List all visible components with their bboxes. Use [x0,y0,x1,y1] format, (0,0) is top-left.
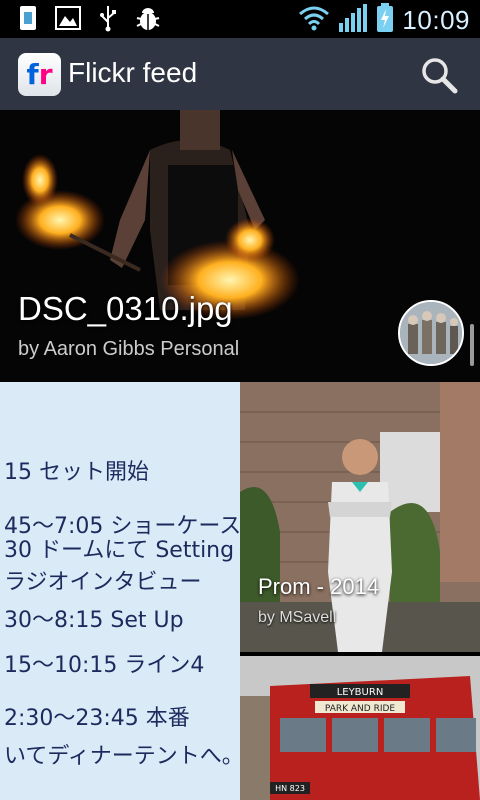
prom-photo-title: Prom - 2014 [258,574,380,599]
featured-photo-author: by Aaron Gibbs Personal [18,338,240,360]
note-line: 2:30〜23:45 本番 [4,706,190,731]
scrollbar[interactable] [470,324,474,366]
battery-charging-icon [376,3,394,38]
note-line: 30 ドームにて Setting [4,538,235,563]
image-icon [54,4,82,32]
bus-plate: HN 823 [275,784,305,793]
note-line: 15 セット開始 [4,460,149,485]
note-line: ラジオインタビュー [4,570,202,595]
note-line: いてディナーテントへ。 [4,744,240,769]
storage-icon [14,4,42,32]
prom-photo-author: by MSavell [258,609,337,626]
bus-sign-route: PARK AND RIDE [325,704,396,714]
bus-sign: LEYBURN [337,687,384,698]
signal-icon [338,3,368,38]
author-avatar[interactable] [398,300,464,366]
photo-tile-bus[interactable]: LEYBURN PARK AND RIDE HN 823 [240,656,480,800]
flickr-logo[interactable]: fr [18,53,61,96]
photo-tile-notes[interactable]: 15 セット開始 45〜7:05 ショーケース本 30 ドームにて Settin… [0,382,240,800]
featured-photo-title: DSC_0310.jpg [18,290,233,327]
debug-icon [134,4,162,32]
search-icon[interactable] [420,56,458,94]
photo-tile-prom[interactable]: Prom - 2014 by MSavell [240,382,480,652]
note-line: 30〜8:15 Set Up [4,608,184,633]
status-time: 10:09 [402,5,470,35]
wifi-icon [298,4,330,37]
note-line: 15〜10:15 ライン4 [4,653,205,678]
status-bar: 10:09 [0,0,480,38]
featured-photo-card[interactable]: DSC_0310.jpg by Aaron Gibbs Personal [0,110,480,382]
app-title: Flickr feed [68,57,198,88]
flickr-logo-text: fr [26,58,53,91]
usb-icon [94,4,122,32]
app-bar: fr Flickr feed [0,38,480,110]
bus-photo: LEYBURN PARK AND RIDE HN 823 [240,656,480,800]
